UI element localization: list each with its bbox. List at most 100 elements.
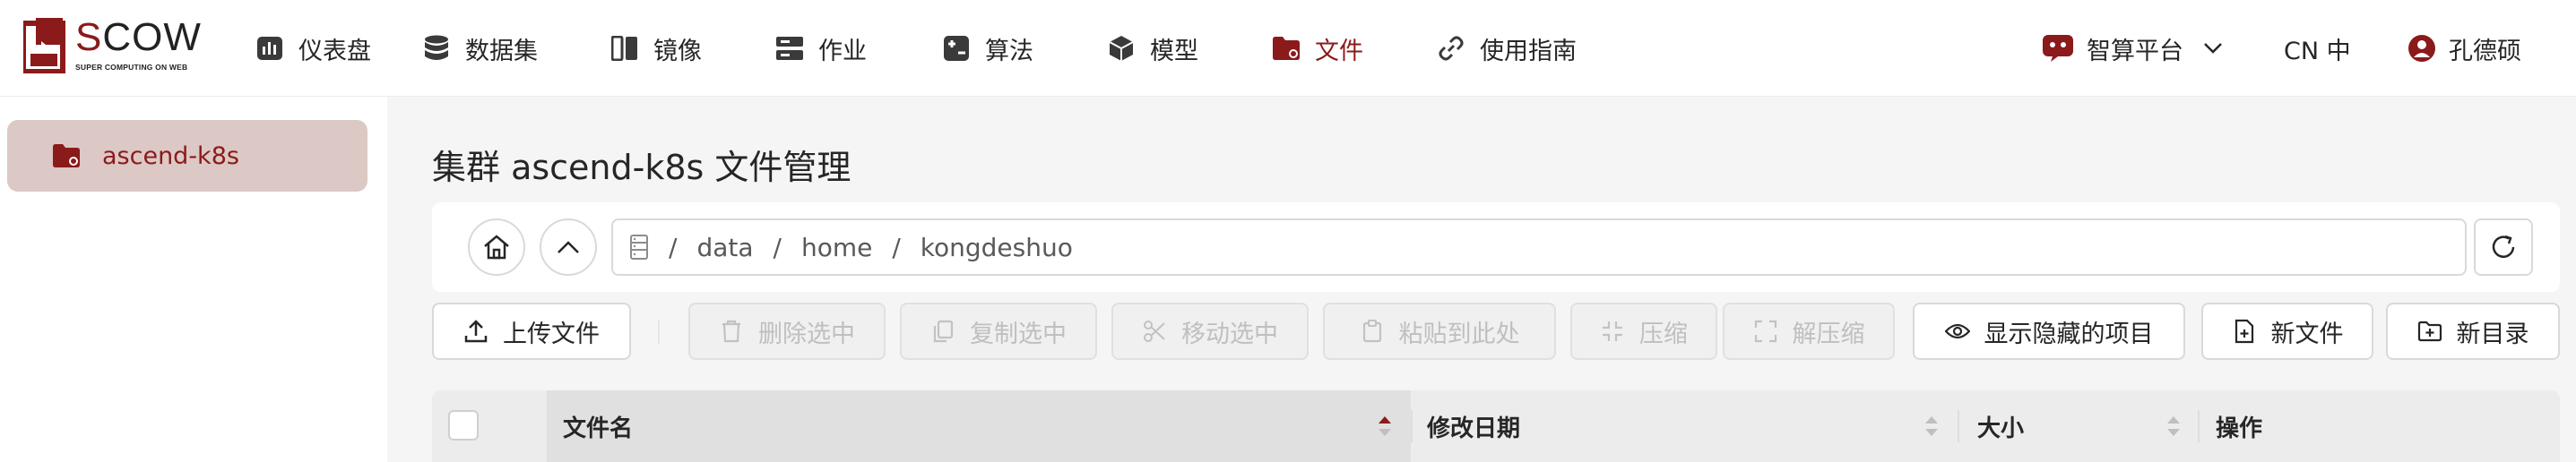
chevron-down-icon (2203, 42, 2223, 55)
nav-label: 算法 (985, 37, 1033, 65)
paste-icon (1360, 319, 1385, 344)
dashboard-icon (255, 34, 284, 63)
file-add-icon (2232, 319, 2257, 344)
image-icon (610, 34, 639, 63)
move-selected-button[interactable]: 移动选中 (1111, 303, 1309, 360)
chevron-up-icon (557, 240, 580, 254)
page-title: 集群 ascend-k8s 文件管理 (432, 148, 851, 187)
folder-add-icon (2417, 319, 2442, 344)
button-label: 新文件 (2270, 320, 2344, 348)
language-switcher[interactable]: CN 中 (2284, 0, 2351, 97)
select-all-checkbox[interactable] (448, 410, 479, 441)
platform-switcher[interactable]: 智算平台 (2042, 0, 2223, 97)
folder-icon (52, 141, 84, 170)
column-header-actions: 操作 (2198, 390, 2560, 462)
user-name: 孔德硕 (2449, 37, 2521, 65)
button-label: 新目录 (2456, 320, 2529, 348)
refresh-icon (2489, 233, 2518, 261)
nav-item-models[interactable]: 模型 (1107, 0, 1272, 97)
button-label: 显示隐藏的项目 (1984, 320, 2154, 348)
upload-file-button[interactable]: 上传文件 (432, 303, 631, 360)
copy-icon (930, 319, 955, 344)
toolbar-divider (658, 321, 660, 344)
nav-item-dashboard[interactable]: 仪表盘 (255, 0, 422, 97)
scow-logo[interactable]: SCOW SUPER COMPUTING ON WEB (21, 15, 203, 77)
column-label: 操作 (2216, 415, 2263, 442)
sort-icon (2165, 412, 2182, 441)
platform-robot-icon (2042, 34, 2074, 63)
scissors-icon (1142, 319, 1167, 344)
trash-icon (719, 319, 744, 344)
server-icon (629, 234, 649, 261)
new-file-button[interactable]: 新文件 (2201, 303, 2373, 360)
scow-logo-mark-icon (21, 18, 70, 74)
nav-label: 使用指南 (1480, 37, 1577, 65)
column-header-filename[interactable]: 文件名 (547, 390, 1411, 462)
sort-icon (1923, 412, 1940, 441)
nav-label: 模型 (1150, 37, 1198, 65)
expand-icon (1753, 319, 1778, 344)
algorithm-icon (942, 34, 971, 63)
nav-label: 镜像 (653, 37, 702, 65)
button-label: 上传文件 (503, 320, 600, 348)
copy-selected-button[interactable]: 复制选中 (900, 303, 1097, 360)
path-separator: / (773, 232, 782, 262)
nav-label: 数据集 (465, 37, 538, 65)
nav-item-guide[interactable]: 使用指南 (1437, 0, 1616, 97)
cluster-sidebar: ascend-k8s (0, 97, 387, 462)
column-header-modified-date[interactable]: 修改日期 (1411, 390, 1958, 462)
logo-subtitle: SUPER COMPUTING ON WEB (75, 63, 188, 72)
nav-item-images[interactable]: 镜像 (610, 0, 775, 97)
job-icon (775, 34, 804, 63)
button-label: 粘贴到此处 (1398, 320, 1520, 348)
file-toolbar: 上传文件 删除选中 复制选中 移动选中 粘贴到此处 压缩 解压缩 显示隐藏的项目… (432, 303, 2560, 360)
sidebar-item-ascend-k8s[interactable]: ascend-k8s (7, 120, 367, 192)
logo-wordmark: SCOW (75, 15, 202, 59)
user-menu[interactable]: 孔德硕 (2407, 0, 2521, 97)
sidebar-item-label: ascend-k8s (102, 141, 239, 170)
eye-icon (1944, 319, 1970, 344)
show-hidden-button[interactable]: 显示隐藏的项目 (1913, 303, 2185, 360)
path-input[interactable]: / data / home / kongdeshuo (611, 218, 2467, 276)
compress-icon (1600, 319, 1625, 344)
path-segment[interactable]: kongdeshuo (921, 233, 1073, 262)
sort-icon (1377, 412, 1393, 441)
column-label: 大小 (1977, 415, 2025, 442)
column-header-size[interactable]: 大小 (1958, 390, 2198, 462)
nav-item-datasets[interactable]: 数据集 (422, 0, 610, 97)
button-label: 删除选中 (758, 320, 855, 348)
decompress-button[interactable]: 解压缩 (1723, 303, 1895, 360)
main-nav: 仪表盘 数据集 镜像 作业 算法 模型 文件 使用指南 (255, 0, 1616, 97)
delete-selected-button[interactable]: 删除选中 (688, 303, 886, 360)
home-button[interactable] (468, 218, 525, 276)
button-label: 移动选中 (1181, 320, 1278, 348)
path-separator: / (892, 232, 901, 262)
new-dir-button[interactable]: 新目录 (2386, 303, 2560, 360)
user-avatar-icon (2407, 34, 2436, 63)
compress-button[interactable]: 压缩 (1570, 303, 1717, 360)
model-cube-icon (1107, 34, 1136, 63)
nav-item-jobs[interactable]: 作业 (775, 0, 942, 97)
button-label: 解压缩 (1792, 320, 1865, 348)
language-label: CN 中 (2284, 37, 2351, 65)
refresh-button[interactable] (2474, 218, 2533, 276)
database-icon (422, 34, 451, 63)
button-label: 复制选中 (970, 320, 1067, 348)
path-segment[interactable]: home (801, 233, 872, 262)
home-icon (482, 234, 511, 261)
nav-label: 作业 (818, 37, 867, 65)
file-table-header: 文件名 修改日期 大小 操作 (432, 390, 2560, 462)
link-icon (1437, 34, 1465, 63)
parent-dir-button[interactable] (540, 218, 597, 276)
nav-label: 仪表盘 (298, 37, 371, 65)
button-label: 压缩 (1639, 320, 1688, 348)
platform-label: 智算平台 (2087, 37, 2183, 65)
nav-label: 文件 (1315, 37, 1363, 65)
folder-icon (1272, 34, 1301, 63)
top-header: SCOW SUPER COMPUTING ON WEB 仪表盘 数据集 镜像 作… (0, 0, 2576, 97)
nav-item-files[interactable]: 文件 (1272, 0, 1437, 97)
paste-here-button[interactable]: 粘贴到此处 (1323, 303, 1556, 360)
path-segment[interactable]: data (696, 233, 753, 262)
nav-item-algorithms[interactable]: 算法 (942, 0, 1107, 97)
path-bar: / data / home / kongdeshuo (432, 202, 2560, 292)
